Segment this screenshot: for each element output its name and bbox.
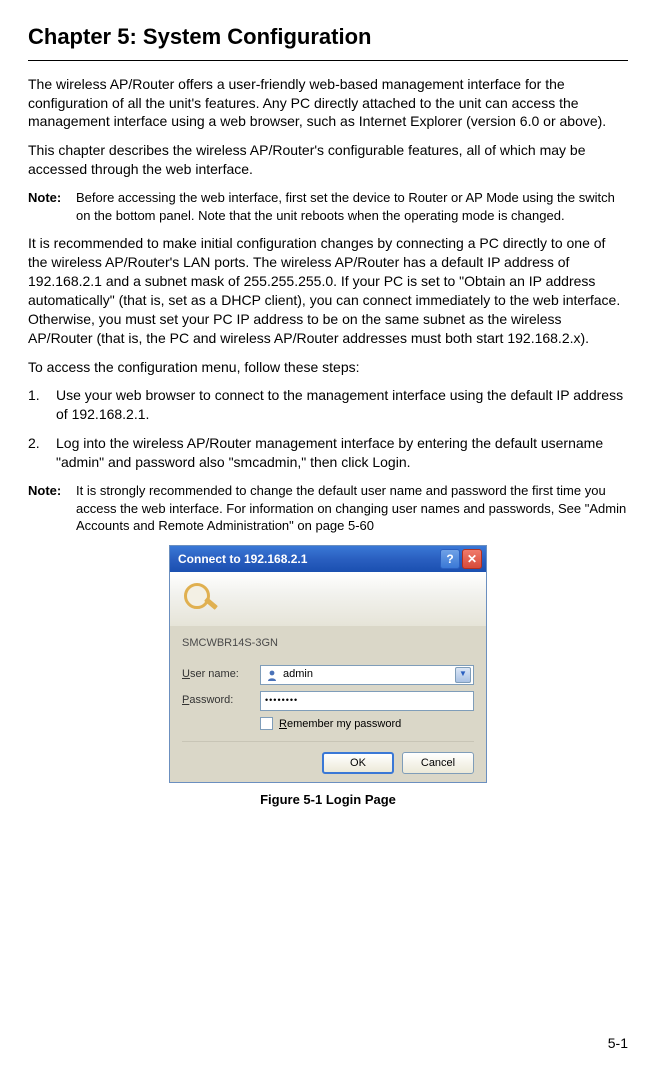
dialog-title: Connect to 192.168.2.1 — [178, 551, 438, 567]
note-1-body: Before accessing the web interface, firs… — [76, 189, 628, 224]
intro-paragraph-2: This chapter describes the wireless AP/R… — [28, 141, 628, 179]
remember-row: Remember my password — [260, 717, 474, 732]
password-value: •••••••• — [265, 694, 471, 706]
figure-caption: Figure 5-1 Login Page — [28, 791, 628, 809]
chevron-down-icon[interactable]: ▼ — [455, 667, 471, 683]
step-2-number: 2. — [28, 434, 56, 472]
password-row: Password: •••••••• — [182, 691, 474, 711]
username-label: User name: — [182, 667, 260, 682]
username-value: admin — [283, 667, 455, 682]
remember-label: Remember my password — [279, 717, 401, 732]
chapter-title: Chapter 5: System Configuration — [28, 22, 628, 61]
password-label: Password: — [182, 693, 260, 708]
note-1: Note: Before accessing the web interface… — [28, 189, 628, 224]
step-2: 2. Log into the wireless AP/Router manag… — [28, 434, 628, 472]
login-dialog: Connect to 192.168.2.1 ? ✕ SMCWBR14S-3GN… — [169, 545, 487, 784]
step-1-body: Use your web browser to connect to the m… — [56, 386, 628, 424]
username-row: User name: admin ▼ — [182, 665, 474, 685]
dialog-button-row: OK Cancel — [182, 741, 474, 774]
note-label: Note: — [28, 189, 76, 224]
intro-paragraph-1: The wireless AP/Router offers a user-fri… — [28, 75, 628, 132]
login-dialog-figure: Connect to 192.168.2.1 ? ✕ SMCWBR14S-3GN… — [28, 545, 628, 784]
steps-intro: To access the configuration menu, follow… — [28, 358, 628, 377]
note-2-body: It is strongly recommended to change the… — [76, 482, 628, 535]
remember-checkbox[interactable] — [260, 717, 273, 730]
step-1-number: 1. — [28, 386, 56, 424]
note-label: Note: — [28, 482, 76, 535]
cancel-button[interactable]: Cancel — [402, 752, 474, 774]
ok-button[interactable]: OK — [322, 752, 394, 774]
close-button[interactable]: ✕ — [462, 549, 482, 569]
note-2: Note: It is strongly recommended to chan… — [28, 482, 628, 535]
dialog-titlebar[interactable]: Connect to 192.168.2.1 ? ✕ — [170, 546, 486, 572]
page-number: 5-1 — [608, 1034, 628, 1053]
password-input[interactable]: •••••••• — [260, 691, 474, 711]
keys-icon — [182, 581, 218, 617]
dialog-form: SMCWBR14S-3GN User name: admin ▼ Passwor… — [170, 626, 486, 783]
dialog-banner — [170, 572, 486, 626]
recommendation-paragraph: It is recommended to make initial config… — [28, 234, 628, 347]
step-1: 1. Use your web browser to connect to th… — [28, 386, 628, 424]
help-button[interactable]: ? — [440, 549, 460, 569]
step-2-body: Log into the wireless AP/Router manageme… — [56, 434, 628, 472]
user-icon — [265, 668, 279, 682]
realm-label: SMCWBR14S-3GN — [182, 636, 474, 651]
username-input[interactable]: admin ▼ — [260, 665, 474, 685]
